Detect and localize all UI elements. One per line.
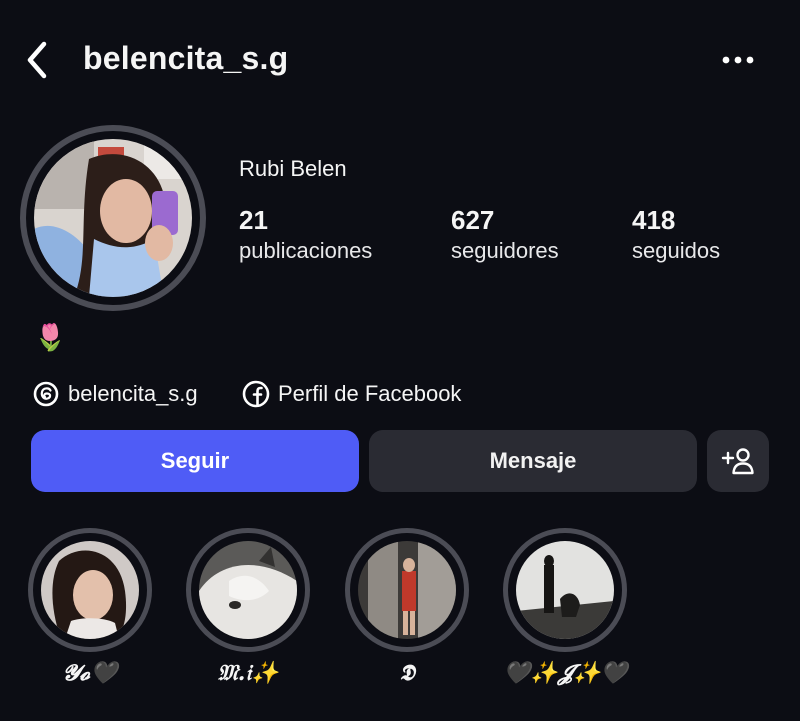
highlight-label: 🖤✨𝓙✨🖤 bbox=[503, 660, 628, 686]
profile-full-name: Rubi Belen bbox=[239, 156, 347, 181]
profile-avatar-ring[interactable] bbox=[20, 125, 206, 311]
back-button[interactable] bbox=[22, 40, 56, 80]
message-button[interactable]: Mensaje bbox=[369, 430, 697, 492]
highlight-item[interactable]: 𝕯 bbox=[345, 528, 469, 686]
stat-followers-count: 627 bbox=[451, 205, 495, 235]
facebook-link-label: Perfil de Facebook bbox=[278, 381, 462, 406]
highlight-ring bbox=[28, 528, 152, 652]
facebook-icon bbox=[242, 380, 270, 408]
stat-followers-label: seguidores bbox=[451, 238, 559, 263]
stat-posts-label: publicaciones bbox=[239, 238, 373, 263]
stat-following-label: seguidos bbox=[632, 238, 721, 263]
highlight-item[interactable]: 🖤✨𝓙✨🖤 bbox=[503, 528, 628, 686]
highlight-cover bbox=[358, 541, 456, 639]
profile-header: belencita_s.g bbox=[0, 0, 800, 120]
stat-posts-count: 21 bbox=[239, 205, 268, 235]
chevron-left-icon bbox=[27, 41, 47, 79]
highlight-ring bbox=[503, 528, 627, 652]
threads-link[interactable]: belencita_s.g bbox=[32, 376, 198, 412]
highlight-cover bbox=[516, 541, 614, 639]
threads-link-label: belencita_s.g bbox=[68, 381, 198, 406]
profile-username: belencita_s.g bbox=[83, 40, 289, 76]
highlight-item[interactable]: 𝔐.𝔦✨ bbox=[186, 528, 310, 686]
avatar bbox=[34, 139, 192, 297]
suggest-people-button[interactable] bbox=[707, 430, 769, 492]
more-options-button[interactable] bbox=[718, 48, 758, 72]
stat-following[interactable]: 418 seguidos bbox=[632, 205, 720, 264]
highlight-ring bbox=[186, 528, 310, 652]
stat-followers[interactable]: 627 seguidores bbox=[451, 205, 559, 264]
highlight-cover bbox=[199, 541, 297, 639]
more-horizontal-icon bbox=[722, 56, 754, 64]
stat-posts[interactable]: 21 publicaciones bbox=[239, 205, 372, 264]
highlight-cover bbox=[41, 541, 139, 639]
highlight-item[interactable]: 𝓨𝓸🖤 bbox=[28, 528, 152, 686]
threads-icon bbox=[33, 381, 59, 407]
highlight-label: 𝓨𝓸🖤 bbox=[62, 660, 118, 686]
highlight-label: 𝕯 bbox=[399, 660, 415, 686]
highlight-ring bbox=[345, 528, 469, 652]
bio-text: 🌷 bbox=[34, 322, 67, 352]
facebook-link[interactable]: Perfil de Facebook bbox=[242, 376, 461, 412]
add-person-icon bbox=[721, 448, 754, 475]
follow-button[interactable]: Seguir bbox=[31, 430, 359, 492]
stat-following-count: 418 bbox=[632, 205, 676, 235]
highlight-label: 𝔐.𝔦✨ bbox=[217, 660, 279, 686]
